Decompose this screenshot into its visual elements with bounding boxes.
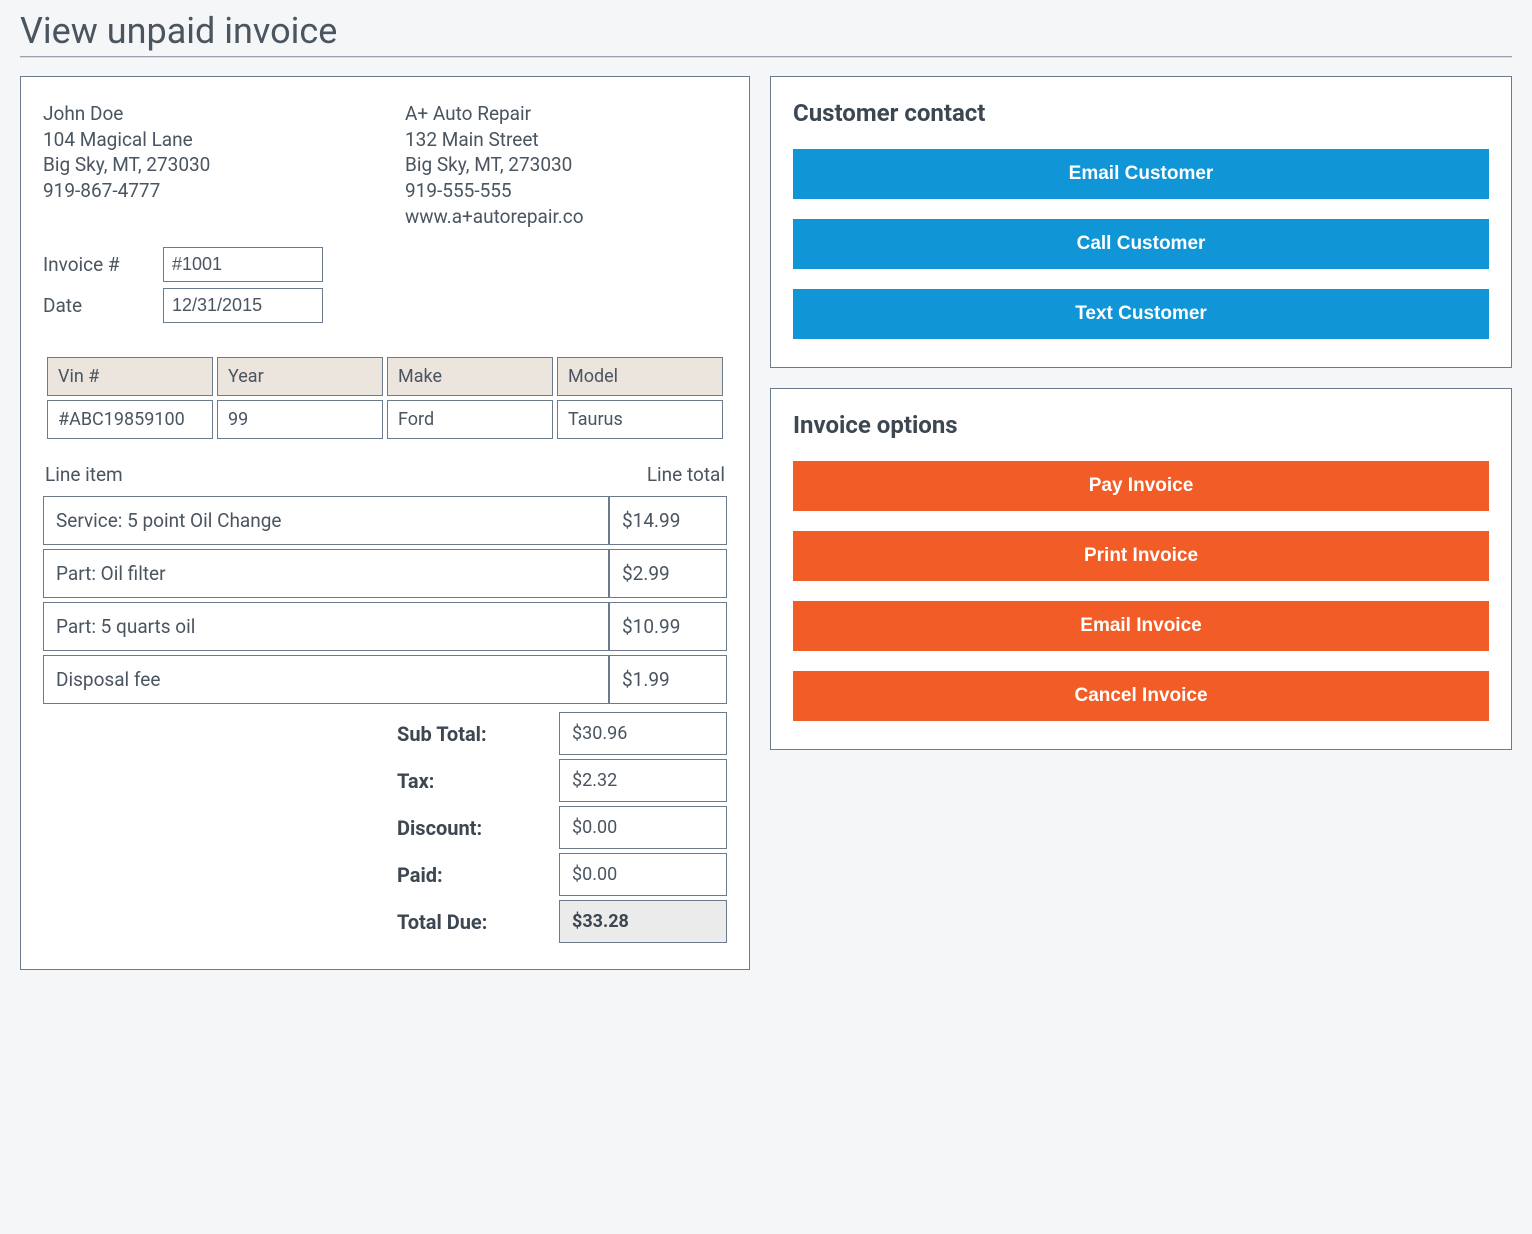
email-customer-button[interactable]: Email Customer: [793, 149, 1489, 199]
pay-invoice-button[interactable]: Pay Invoice: [793, 461, 1489, 511]
total-due-label: Total Due:: [397, 910, 559, 934]
invoice-date-input[interactable]: [163, 288, 323, 323]
vehicle-header-model: Model: [557, 357, 723, 396]
tax-label: Tax:: [397, 769, 559, 793]
print-invoice-button[interactable]: Print Invoice: [793, 531, 1489, 581]
paid-label: Paid:: [397, 863, 559, 887]
customer-city: Big Sky, MT, 273030: [43, 152, 365, 178]
line-total: $1.99: [609, 655, 727, 704]
table-row: Part: 5 quarts oil $10.99: [43, 602, 727, 651]
invoice-date-label: Date: [43, 294, 163, 317]
vehicle-header-vin: Vin #: [47, 357, 213, 396]
customer-address-block: John Doe 104 Magical Lane Big Sky, MT, 2…: [43, 101, 365, 229]
subtotal-label: Sub Total:: [397, 722, 559, 746]
vehicle-model: Taurus: [557, 400, 723, 439]
vehicle-header-year: Year: [217, 357, 383, 396]
tax-value: $2.32: [559, 759, 727, 802]
total-due-value: $33.28: [559, 900, 727, 943]
line-total: $2.99: [609, 549, 727, 598]
vehicle-table: Vin # Year Make Model #ABC19859100 99 Fo…: [43, 353, 727, 443]
table-row: Part: Oil filter $2.99: [43, 549, 727, 598]
company-phone: 919-555-555: [405, 178, 727, 204]
page-rule: [20, 56, 1512, 58]
company-website: www.a+autorepair.co: [405, 204, 727, 230]
vehicle-year: 99: [217, 400, 383, 439]
customer-contact-title: Customer contact: [793, 99, 1489, 127]
line-item: Part: Oil filter: [43, 549, 609, 598]
totals-block: Sub Total: $30.96 Tax: $2.32 Discount: $…: [397, 712, 727, 943]
cancel-invoice-button[interactable]: Cancel Invoice: [793, 671, 1489, 721]
page-title: View unpaid invoice: [20, 10, 1512, 52]
company-name: A+ Auto Repair: [405, 101, 727, 127]
invoice-options-panel: Invoice options Pay Invoice Print Invoic…: [770, 388, 1512, 750]
vehicle-make: Ford: [387, 400, 553, 439]
line-total: $10.99: [609, 602, 727, 651]
call-customer-button[interactable]: Call Customer: [793, 219, 1489, 269]
email-invoice-button[interactable]: Email Invoice: [793, 601, 1489, 651]
table-row: Disposal fee $1.99: [43, 655, 727, 704]
company-address: 132 Main Street: [405, 127, 727, 153]
line-item: Part: 5 quarts oil: [43, 602, 609, 651]
invoice-panel: John Doe 104 Magical Lane Big Sky, MT, 2…: [20, 76, 750, 970]
paid-value: $0.00: [559, 853, 727, 896]
line-total: $14.99: [609, 496, 727, 545]
invoice-number-label: Invoice #: [43, 253, 163, 276]
customer-address: 104 Magical Lane: [43, 127, 365, 153]
invoice-number-input[interactable]: [163, 247, 323, 282]
line-item-header: Line item: [45, 463, 123, 486]
line-item: Disposal fee: [43, 655, 609, 704]
subtotal-value: $30.96: [559, 712, 727, 755]
customer-contact-panel: Customer contact Email Customer Call Cus…: [770, 76, 1512, 368]
table-row: Service: 5 point Oil Change $14.99: [43, 496, 727, 545]
company-address-block: A+ Auto Repair 132 Main Street Big Sky, …: [405, 101, 727, 229]
text-customer-button[interactable]: Text Customer: [793, 289, 1489, 339]
line-items-table: Service: 5 point Oil Change $14.99 Part:…: [43, 492, 727, 708]
line-total-header: Line total: [647, 463, 725, 486]
company-city: Big Sky, MT, 273030: [405, 152, 727, 178]
discount-label: Discount:: [397, 816, 559, 840]
invoice-options-title: Invoice options: [793, 411, 1489, 439]
customer-phone: 919-867-4777: [43, 178, 365, 204]
line-item: Service: 5 point Oil Change: [43, 496, 609, 545]
customer-name: John Doe: [43, 101, 365, 127]
vehicle-header-make: Make: [387, 357, 553, 396]
vehicle-vin: #ABC19859100: [47, 400, 213, 439]
discount-value: $0.00: [559, 806, 727, 849]
